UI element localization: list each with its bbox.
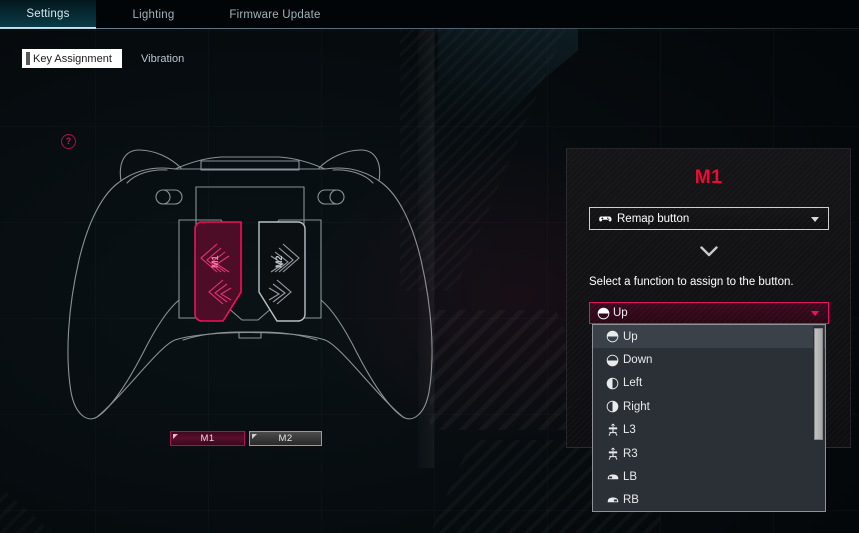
paddle-chip-m1[interactable]: M1 [170,431,245,446]
application-window: Settings Lighting Firmware Update Key As… [0,0,859,533]
dropdown-option-r3[interactable]: R3 [593,442,825,465]
sub-tab-vibration-label: Vibration [141,52,185,65]
dropdown-option-down[interactable]: Down [593,348,825,371]
tab-lighting[interactable]: Lighting [96,0,211,29]
controller-paddle-m1: M1 [194,221,242,322]
tab-settings[interactable]: Settings [0,0,96,29]
sub-tab-bar: Key Assignment Vibration [0,29,430,89]
top-bar-divider [0,28,859,29]
dropdown-option-label: Down [623,354,653,367]
dpad-left-icon [605,376,620,391]
dropdown-option-rb[interactable]: RB [593,489,825,511]
svg-text:M2: M2 [274,255,284,268]
dropdown-option-left[interactable]: Left [593,372,825,395]
chevron-down-icon[interactable] [811,311,819,316]
top-tab-bar: Settings Lighting Firmware Update [0,0,859,29]
dropdown-option-label: L3 [623,424,636,437]
panel-hint-text: Select a function to assign to the butto… [589,276,794,288]
background-diagonal-stripes-corner [0,486,53,533]
dpad-up-icon [596,306,611,321]
help-icon-glyph: ? [65,136,72,146]
left-stick-icon [605,423,620,438]
tab-firmware-update[interactable]: Firmware Update [211,0,339,29]
paddle-chip-m2[interactable]: M2 [249,431,322,446]
right-stick-icon [605,446,620,461]
dropdown-option-label: Left [623,377,643,390]
paddle-chip-m2-label: M2 [278,433,293,444]
dropdown-option-label: Right [623,400,650,413]
dropdown-option-l3[interactable]: L3 [593,419,825,442]
controller-paddle-m2: M2 [258,221,306,322]
dpad-up-icon [605,329,620,344]
tab-firmware-update-label: Firmware Update [229,8,321,21]
left-bumper-icon [605,470,620,485]
dropdown-option-label: R3 [623,447,638,460]
sub-tab-vibration[interactable]: Vibration [141,49,184,68]
chip-corner-marker-m2 [252,434,257,439]
dropdown-option-label: LB [623,471,638,484]
dropdown-scrollbar-thumb[interactable] [814,328,823,440]
gamepad-icon [597,211,612,226]
function-select[interactable]: Up [589,302,829,324]
flow-chevron-down-icon [567,245,850,259]
help-icon[interactable]: ? [61,134,76,149]
tab-lighting-label: Lighting [132,8,175,21]
tab-settings-label: Settings [26,7,70,20]
action-type-value: Remap button [617,212,690,225]
right-bumper-icon [605,493,620,508]
action-type-select[interactable]: Remap button [589,207,829,230]
svg-text:M1: M1 [210,255,220,268]
paddle-chip-m1-label: M1 [200,433,215,444]
sub-tab-key-assignment[interactable]: Key Assignment [22,49,122,68]
controller-illustration: M2 M1 [55,140,445,430]
function-dropdown-list[interactable]: Up Down Left Right L3 R3 LB RB [592,324,826,512]
dropdown-option-up[interactable]: Up [593,325,825,349]
dropdown-option-label: RB [623,494,639,507]
chip-corner-marker-m1 [173,434,178,439]
dropdown-option-right[interactable]: Right [593,395,825,418]
dpad-down-icon [605,353,620,368]
dpad-right-icon [605,399,620,414]
function-select-value: Up [613,307,628,319]
sub-tab-key-assignment-label: Key Assignment [33,52,112,65]
chevron-down-icon[interactable] [811,216,819,222]
dropdown-option-lb[interactable]: LB [593,465,825,488]
panel-title: M1 [694,167,723,188]
dropdown-option-label: Up [623,330,638,343]
